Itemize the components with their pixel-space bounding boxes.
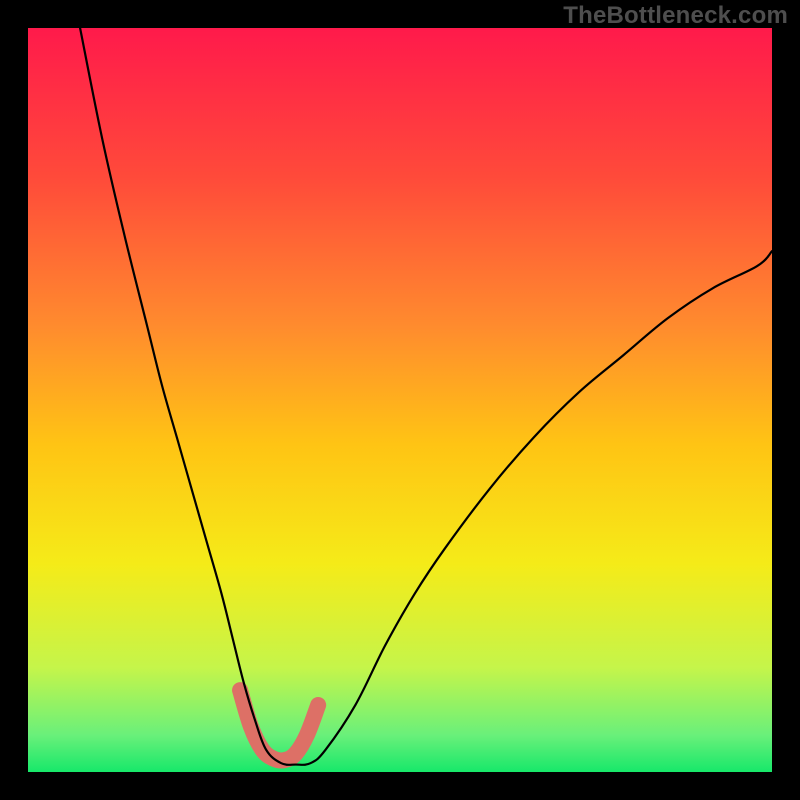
watermark-text: TheBottleneck.com [563,2,788,30]
bottleneck-chart [28,28,772,772]
plot-background [28,28,772,772]
chart-frame: TheBottleneck.com [0,0,800,800]
